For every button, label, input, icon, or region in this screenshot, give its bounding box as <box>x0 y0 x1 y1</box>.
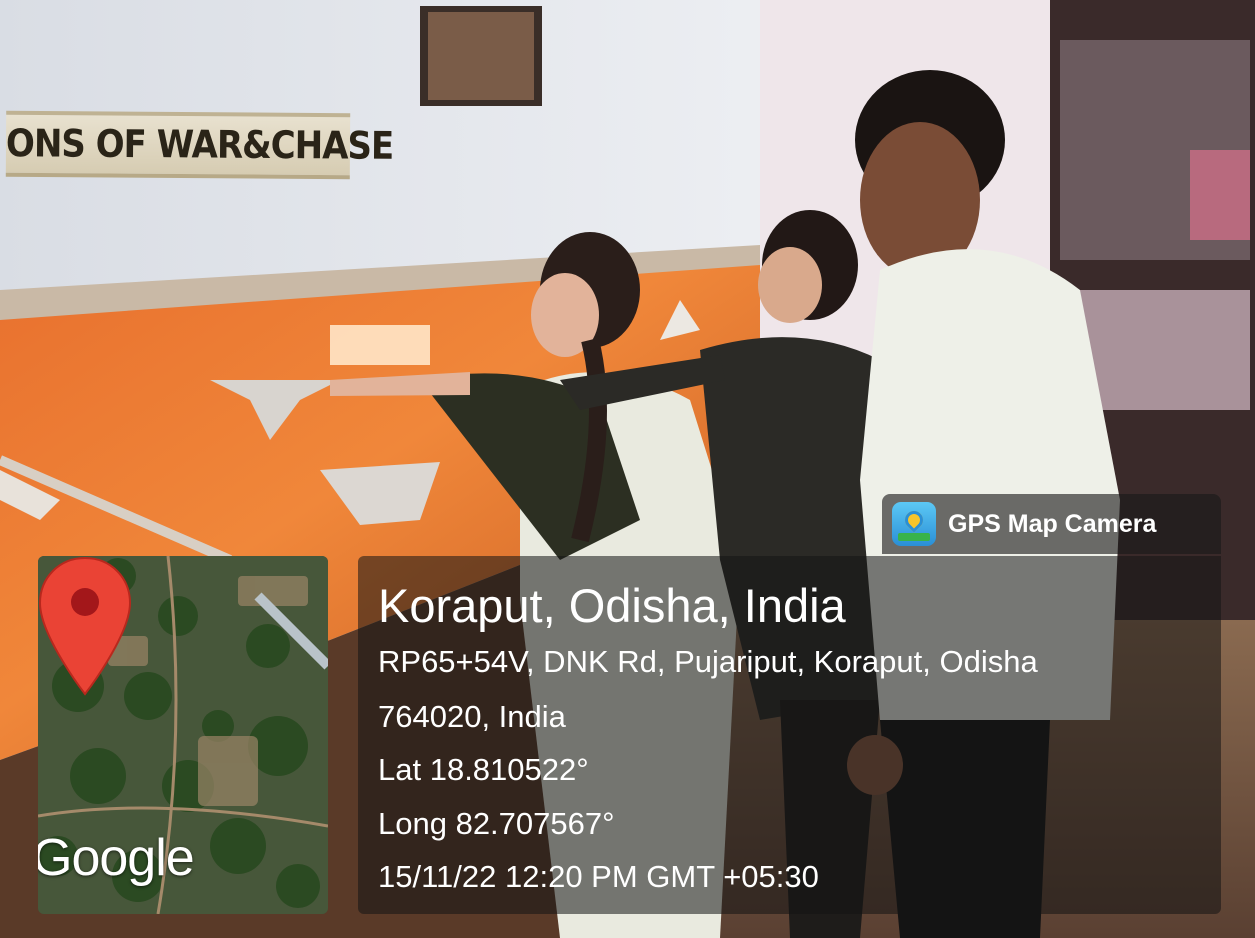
address-line-2: 764020, India <box>378 699 566 734</box>
app-name: GPS Map Camera <box>948 509 1157 538</box>
gps-map-camera-icon <box>892 502 936 546</box>
location-info-panel: Koraput, Odisha, India RP65+54V, DNK Rd,… <box>358 556 1221 914</box>
timestamp-text: 15/11/22 12:20 PM GMT +05:30 <box>378 859 819 894</box>
latitude-text: Lat 18.810522° <box>378 752 589 787</box>
map-pin-icon <box>38 556 132 696</box>
longitude-text: Long 82.707567° <box>378 806 615 841</box>
exhibit-sign-text: ONS OF WAR&CHASE <box>5 121 394 169</box>
gps-map-camera-badge: GPS Map Camera <box>882 494 1221 554</box>
location-title: Koraput, Odisha, India <box>378 579 846 632</box>
address-line-1: RP65+54V, DNK Rd, Pujariput, Koraput, Od… <box>378 644 1038 679</box>
map-thumbnail: Google <box>38 556 328 914</box>
exhibit-sign: ONS OF WAR&CHASE <box>5 110 393 180</box>
google-logo: Google <box>38 829 195 887</box>
